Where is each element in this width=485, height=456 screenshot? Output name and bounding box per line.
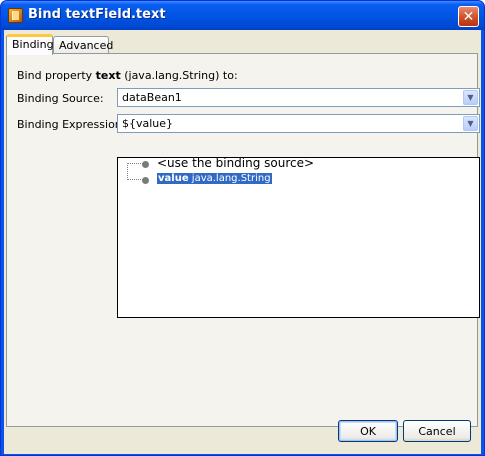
dialog-window: Bind textField.text ✕ Binding Advanced B… <box>0 0 485 456</box>
tab-binding[interactable]: Binding <box>6 34 54 55</box>
binding-source-dropdown-button[interactable]: ▼ <box>463 90 478 105</box>
binding-tab-panel: Bind property text (java.lang.String) to… <box>6 53 480 427</box>
app-icon <box>8 8 23 23</box>
tree-connector-vertical <box>127 163 128 180</box>
expression-tree[interactable]: <use the binding source> value java.lang… <box>117 156 480 318</box>
tree-connector <box>127 163 143 164</box>
tree-item-type: java.lang.String <box>191 173 271 184</box>
tab-advanced[interactable]: Advanced <box>53 36 113 54</box>
close-icon: ✕ <box>462 8 475 25</box>
tab-binding-label: Binding <box>12 38 54 51</box>
property-name: text <box>95 69 121 82</box>
tab-advanced-label: Advanced <box>59 39 114 52</box>
chevron-down-icon: ▼ <box>467 92 474 102</box>
ok-button-label: OK <box>360 424 376 438</box>
binding-source-label: Binding Source: <box>17 92 104 105</box>
dialog-client-area: Binding Advanced Bind property text (jav… <box>4 30 481 454</box>
tree-node-icon <box>142 177 149 184</box>
prompt-suffix: (java.lang.String) to: <box>120 69 238 82</box>
binding-source-combo[interactable]: dataBean1 ▼ <box>117 88 480 107</box>
tree-item-selected: value java.lang.String <box>157 173 272 184</box>
title-bar[interactable]: Bind textField.text ✕ <box>1 1 484 30</box>
cancel-button-label: Cancel <box>418 424 456 438</box>
tree-connector <box>127 179 143 180</box>
binding-expression-dropdown-button[interactable]: ▼ <box>463 116 478 131</box>
bind-property-prompt: Bind property text (java.lang.String) to… <box>17 69 238 82</box>
close-button[interactable]: ✕ <box>458 6 479 27</box>
binding-source-value: dataBean1 <box>122 91 182 104</box>
cancel-button[interactable]: Cancel <box>403 420 471 442</box>
ok-button[interactable]: OK <box>338 420 398 442</box>
tree-item-label: <use the binding source> <box>157 156 315 170</box>
tree-item-name: value <box>158 173 189 184</box>
window-title: Bind textField.text <box>28 7 166 22</box>
prompt-prefix: Bind property <box>17 69 96 82</box>
binding-expression-value: ${value} <box>122 117 174 130</box>
binding-expression-combo[interactable]: ${value} ▼ <box>117 114 480 133</box>
chevron-down-icon: ▼ <box>467 118 474 128</box>
binding-expression-label: Binding Expression: <box>17 118 126 131</box>
tree-node-icon <box>142 161 149 168</box>
